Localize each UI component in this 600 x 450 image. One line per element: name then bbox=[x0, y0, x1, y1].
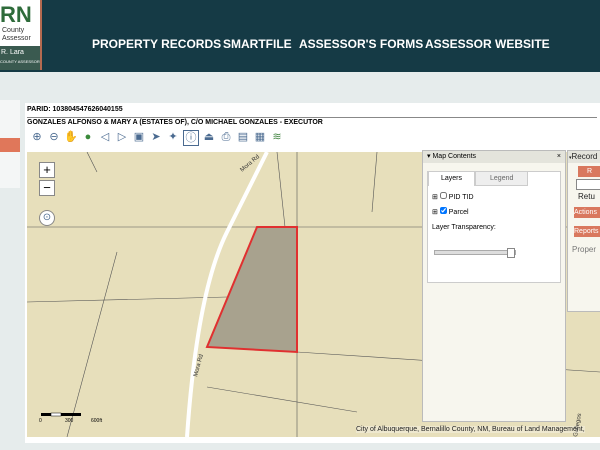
tab-legend[interactable]: Legend bbox=[475, 171, 529, 186]
tab-layers[interactable]: Layers bbox=[428, 171, 476, 186]
map-contents-panel: ▾ Map Contents × Layers Legend ⊞ PID TID … bbox=[422, 150, 566, 422]
layer-parcel[interactable]: ⊞ Parcel bbox=[432, 207, 556, 216]
layer-checkbox[interactable] bbox=[439, 192, 447, 199]
sidebar-active-item[interactable] bbox=[0, 138, 20, 152]
arrow-select-icon[interactable]: ➤ bbox=[149, 130, 163, 144]
record-panel: ▾Record R Retu Actions Reports Proper bbox=[567, 150, 600, 312]
panel-title: Map Contents bbox=[432, 153, 477, 160]
export-icon[interactable]: ▤ bbox=[236, 130, 250, 144]
locate-icon[interactable]: ⊙ bbox=[39, 210, 55, 226]
header: RN County Assessor R. Lara COUNTY ASSESSOR… bbox=[0, 0, 600, 72]
record-title: Record bbox=[571, 152, 598, 161]
record-button[interactable]: R bbox=[578, 166, 600, 177]
close-icon[interactable]: × bbox=[557, 151, 565, 163]
layer-checkbox[interactable] bbox=[439, 207, 447, 214]
scale-label: 300 bbox=[65, 418, 74, 424]
reports-button[interactable]: Reports bbox=[574, 226, 600, 237]
actions-button[interactable]: Actions bbox=[574, 207, 600, 218]
nav-smartfile[interactable]: SMARTFILE bbox=[223, 37, 292, 51]
logo-subtitle: COUNTY ASSESSOR bbox=[0, 59, 40, 64]
left-sidebar bbox=[0, 100, 20, 188]
globe-icon[interactable]: ● bbox=[81, 130, 95, 144]
zoom-in-icon[interactable]: ⊕ bbox=[30, 130, 44, 144]
property-label: Proper bbox=[572, 245, 597, 254]
next-extent-icon[interactable]: ▷ bbox=[115, 130, 129, 144]
nav-assessors-forms[interactable]: ASSESSOR'S FORMS bbox=[299, 37, 423, 51]
map-attribution: City of Albuquerque, Bernalillo County, … bbox=[356, 426, 585, 433]
print-icon[interactable]: ⎙ bbox=[219, 130, 233, 144]
layers-icon[interactable]: ≋ bbox=[270, 130, 284, 144]
transparency-label: Layer Transparency: bbox=[432, 224, 496, 231]
select-icon[interactable]: ▣ bbox=[132, 130, 146, 144]
record-input[interactable] bbox=[576, 179, 600, 190]
map-print-icon[interactable]: ▦ bbox=[253, 130, 267, 144]
parid: PARID: 103804547626040155 bbox=[27, 106, 123, 113]
scale-label: 600ft bbox=[91, 418, 103, 424]
map-toolbar: ⊕ ⊖ ✋ ● ◁ ▷ ▣ ➤ ✦ ⓘ ⏏ ⎙ ▤ ▦ ≋ bbox=[30, 130, 284, 146]
pan-hand-icon[interactable]: ✋ bbox=[64, 130, 78, 144]
previous-extent-icon[interactable]: ◁ bbox=[98, 130, 112, 144]
map-zoom-out-button[interactable]: − bbox=[39, 180, 55, 196]
zoom-out-icon[interactable]: ⊖ bbox=[47, 130, 61, 144]
layer-pid-tid[interactable]: ⊞ PID TID bbox=[432, 192, 556, 201]
assessor-name: R. Lara bbox=[1, 49, 24, 56]
owner-name: GONZALES ALFONSO & MARY A (ESTATES OF), … bbox=[27, 117, 597, 126]
logo-text: County Assessor bbox=[2, 27, 31, 42]
identify-icon[interactable]: ⓘ bbox=[183, 130, 199, 146]
scale-label: 0 bbox=[39, 418, 42, 424]
logo-mark: RN bbox=[0, 2, 32, 27]
slider-handle[interactable] bbox=[507, 248, 515, 258]
assessor-logo[interactable]: RN County Assessor R. Lara COUNTY ASSESSOR bbox=[0, 0, 42, 70]
nav-assessor-website[interactable]: ASSESSOR WEBSITE bbox=[425, 37, 550, 51]
transparency-slider[interactable] bbox=[434, 248, 516, 258]
nav-property-records[interactable]: PROPERTY RECORDS bbox=[92, 37, 221, 51]
return-link[interactable]: Retu bbox=[578, 192, 600, 201]
road-label: Gallegos bbox=[573, 413, 583, 437]
measure-icon[interactable]: ✦ bbox=[166, 130, 180, 144]
buffer-icon[interactable]: ⏏ bbox=[202, 130, 216, 144]
map-zoom-in-button[interactable]: + bbox=[39, 162, 55, 178]
